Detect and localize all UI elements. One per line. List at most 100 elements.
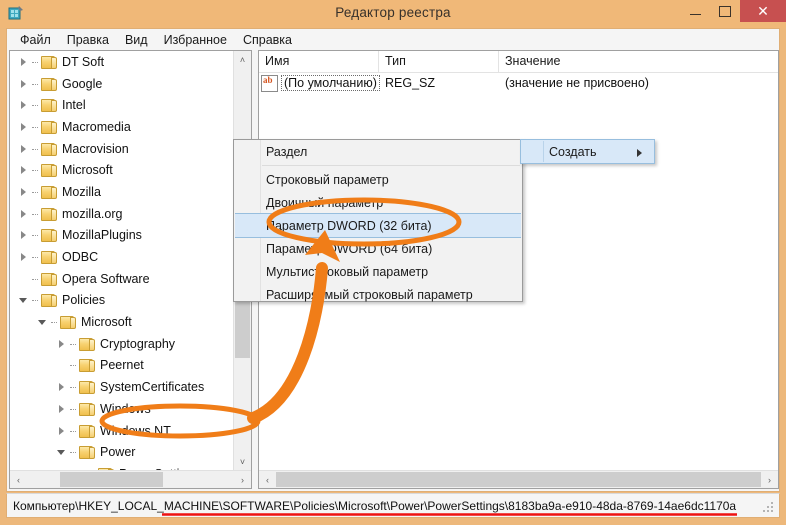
tree-horizontal-scrollbar[interactable]: ‹ ›: [10, 470, 251, 488]
expander-closed-icon[interactable]: [16, 184, 32, 200]
expander-closed-icon[interactable]: [54, 401, 70, 417]
tree-node-label: DT Soft: [62, 54, 105, 69]
values-horizontal-scrollbar[interactable]: ‹ ›: [259, 470, 778, 488]
expander-closed-icon[interactable]: [16, 227, 32, 243]
tree-node-label: ODBC: [62, 250, 99, 265]
menu-item-create[interactable]: Создать: [521, 140, 654, 163]
expander-closed-icon[interactable]: [54, 379, 70, 395]
table-row[interactable]: ab (По умолчанию) REG_SZ (значение не пр…: [259, 73, 778, 93]
folder-icon: [78, 380, 95, 395]
tree-node-mozilla-org[interactable]: mozilla.org: [10, 203, 234, 225]
expander-open-icon[interactable]: [35, 314, 51, 330]
tree-scroll-left-button[interactable]: ‹: [10, 471, 27, 488]
tree-node-windows[interactable]: Windows: [10, 398, 234, 420]
value-type-cell: REG_SZ: [385, 76, 436, 90]
folder-icon: [40, 163, 57, 178]
expander-closed-icon[interactable]: [16, 141, 32, 157]
column-header-type[interactable]: Тип: [379, 51, 499, 73]
expander-open-icon[interactable]: [16, 292, 32, 308]
tree-node-odbc[interactable]: ODBC: [10, 246, 234, 268]
tree-node-microsoft[interactable]: Microsoft: [10, 159, 234, 181]
menu-item-key[interactable]: Раздел: [234, 140, 522, 163]
window-title: Редактор реестра: [335, 5, 451, 20]
resize-grip-icon[interactable]: [763, 502, 775, 514]
tree-connector: [51, 314, 59, 330]
menu-item-binary-value[interactable]: Двоичный параметр: [234, 191, 522, 214]
expander-closed-icon[interactable]: [16, 97, 32, 113]
registry-tree[interactable]: DT Soft Google Intel Macromedia Macrovision M…: [10, 51, 234, 470]
tree-scroll-down-button[interactable]: ˅: [234, 453, 251, 470]
menu-item-multi-string[interactable]: Мультистроковый параметр: [234, 260, 522, 283]
menu-bar: Файл Правка Вид Избранное Справка: [7, 29, 779, 50]
status-bar: Компьютер\HKEY_LOCAL_MACHINE\SOFTWARE\Po…: [6, 493, 780, 518]
context-menu-parent-new[interactable]: Создать: [520, 139, 655, 164]
tree-node-windows-nt[interactable]: Windows NT: [10, 420, 234, 442]
tree-node-label: Windows NT: [100, 423, 171, 438]
minimize-button[interactable]: [680, 0, 710, 22]
tree-node-systemcertificates[interactable]: SystemCertificates: [10, 376, 234, 398]
context-menu-new[interactable]: Раздел Строковый параметр Двоичный парам…: [233, 139, 523, 302]
menu-edit[interactable]: Правка: [59, 31, 117, 49]
expander-closed-icon[interactable]: [54, 336, 70, 352]
folder-icon: [78, 358, 95, 373]
menu-item-dword-32[interactable]: Параметр DWORD (32 бита): [235, 213, 521, 238]
folder-icon: [40, 228, 57, 243]
tree-node-label: Macrovision: [62, 141, 129, 156]
expander-closed-icon[interactable]: [16, 162, 32, 178]
folder-icon: [40, 142, 57, 156]
tree-node-label: Microsoft: [81, 315, 132, 330]
menu-favorites[interactable]: Избранное: [156, 31, 235, 49]
tree-node-opera-software[interactable]: Opera Software: [10, 268, 234, 290]
tree-node-dt-soft[interactable]: DT Soft: [10, 51, 234, 73]
menu-view[interactable]: Вид: [117, 31, 156, 49]
maximize-button[interactable]: [710, 0, 740, 22]
tree-node-mozillaplugins[interactable]: MozillaPlugins: [10, 225, 234, 247]
tree-hscroll-thumb[interactable]: [60, 472, 163, 487]
tree-connector: [70, 379, 78, 395]
expander-open-icon[interactable]: [54, 444, 70, 460]
tree-node-microsoft[interactable]: Microsoft: [10, 311, 234, 333]
tree-scroll-right-button[interactable]: ›: [234, 471, 251, 488]
folder-icon: [40, 55, 57, 69]
menu-item-expandable-string[interactable]: Расширяемый строковый параметр: [234, 283, 522, 306]
tree-connector: [70, 423, 78, 439]
expander-closed-icon[interactable]: [16, 76, 32, 92]
close-button[interactable]: ✕: [740, 0, 786, 22]
folder-icon: [40, 77, 57, 91]
tree-node-power[interactable]: Power: [10, 441, 234, 463]
menu-file[interactable]: Файл: [12, 31, 59, 49]
tree-node-macromedia[interactable]: Macromedia: [10, 116, 234, 138]
tree-connector: [32, 206, 40, 222]
tree-node-peernet[interactable]: Peernet: [10, 355, 234, 377]
tree-node-intel[interactable]: Intel: [10, 94, 234, 116]
menu-item-qword-64[interactable]: Параметр QWORD (64 бита): [234, 237, 522, 260]
expander-closed-icon[interactable]: [16, 206, 32, 222]
values-scroll-right-button[interactable]: ›: [761, 471, 778, 488]
folder-icon: [78, 424, 95, 438]
values-hscroll-thumb[interactable]: [276, 472, 761, 487]
tree-node-powersettings[interactable]: PowerSettings: [10, 463, 234, 470]
tree-node-label: Opera Software: [62, 271, 150, 286]
tree-node-google[interactable]: Google: [10, 73, 234, 95]
column-header-value[interactable]: Значение: [499, 51, 761, 73]
value-name-cell: ab (По умолчанию): [259, 74, 380, 92]
values-scroll-left-button[interactable]: ‹: [259, 471, 276, 488]
tree-node-cryptography[interactable]: Cryptography: [10, 333, 234, 355]
tree-connector: [32, 141, 40, 157]
menu-help[interactable]: Справка: [235, 31, 300, 49]
tree-connector: [32, 227, 40, 243]
tree-scroll-up-button[interactable]: ˄: [234, 51, 251, 68]
expander-closed-icon[interactable]: [54, 423, 70, 439]
tree-connector: [32, 249, 40, 265]
expander-closed-icon[interactable]: [16, 54, 32, 70]
tree-node-mozilla[interactable]: Mozilla: [10, 181, 234, 203]
expander-closed-icon[interactable]: [16, 119, 32, 135]
menu-item-string-value[interactable]: Строковый параметр: [234, 168, 522, 191]
tree-node-policies[interactable]: Policies: [10, 290, 234, 312]
expander-closed-icon[interactable]: [16, 249, 32, 265]
tree-node-macrovision[interactable]: Macrovision: [10, 138, 234, 160]
column-header-name[interactable]: Имя: [259, 51, 379, 73]
tree-connector: [32, 97, 40, 113]
